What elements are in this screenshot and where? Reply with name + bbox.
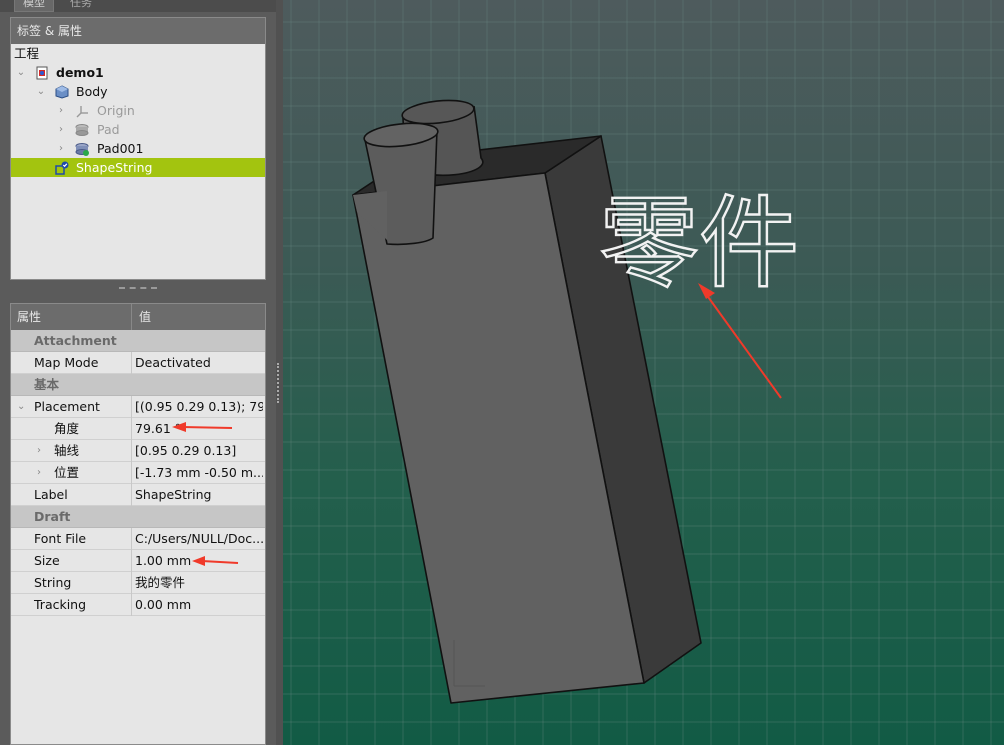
body-icon [55,85,69,99]
property-value[interactable]: [-1.73 mm -0.50 m... [135,462,263,484]
property-value[interactable]: 我的零件 [135,572,263,594]
annotation-arrow-icon [172,422,233,432]
property-group-draft[interactable]: Draft [11,506,265,528]
tree-item-pad[interactable]: › Pad [11,120,265,139]
tree-item-demo1[interactable]: ⌄ demo1 [11,63,265,82]
shapestring-icon [55,161,69,175]
property-value[interactable]: [0.95 0.29 0.13] [135,440,263,462]
property-row[interactable]: Map Mode Deactivated [11,352,265,374]
tree-item-body[interactable]: ⌄ Body [11,82,265,101]
property-name: 轴线 [54,443,80,458]
property-group-label: Draft [34,509,71,524]
tree-view[interactable]: 工程 ⌄ demo1 ⌄ Body › Origin › Pad › Pad00… [11,44,265,279]
property-row[interactable]: String 我的零件 [11,572,265,594]
property-value[interactable]: Deactivated [135,352,263,374]
property-group-label: Attachment [34,333,117,348]
chevron-right-icon[interactable]: › [37,462,41,484]
tree-item-label: Origin [97,103,135,118]
property-name: Placement [34,399,100,414]
property-row[interactable]: Label ShapeString [11,484,265,506]
chevron-down-icon[interactable]: ⌄ [36,82,46,101]
tree-item-label: demo1 [56,65,104,80]
combo-view-tabbar: 模型 任务 [0,0,276,12]
tree-item-label: Body [76,84,108,99]
tree-view-header: 标签 & 属性 [11,18,265,44]
tree-item-label: Pad [97,122,120,137]
property-value[interactable]: C:/Users/NULL/Doc... [135,528,263,550]
3d-viewport[interactable]: 零件 [283,0,1004,745]
chevron-right-icon[interactable]: › [56,139,66,158]
tree-item-origin[interactable]: › Origin [11,101,265,120]
property-name: Label [34,487,68,502]
shapestring-text-outline[interactable]: 零件 [593,180,813,300]
property-name: 角度 [54,421,80,436]
pad-icon [75,123,89,137]
tab-task[interactable]: 任务 [62,0,100,12]
property-row[interactable]: ⌄ Placement [(0.95 0.29 0.13); 79.... [11,396,265,418]
tree-view-panel: 标签 & 属性 工程 ⌄ demo1 ⌄ Body › Origin › Pad… [10,17,266,280]
tree-item-label: Pad001 [97,141,144,156]
property-column-header[interactable]: 属性 [17,304,41,330]
viewport-grid [283,0,1004,745]
property-row[interactable]: › 位置 [-1.73 mm -0.50 m... [11,462,265,484]
pad-visible-icon [75,142,89,156]
property-value[interactable]: ShapeString [135,484,263,506]
property-editor-header: 属性 值 [11,304,265,330]
property-row[interactable]: Font File C:/Users/NULL/Doc... [11,528,265,550]
chevron-down-icon[interactable]: ⌄ [17,396,25,418]
property-group-basic[interactable]: 基本 [11,374,265,396]
chevron-right-icon[interactable]: › [37,440,41,462]
chevron-right-icon[interactable]: › [56,120,66,139]
property-name: Font File [34,531,87,546]
tree-item-label: ShapeString [76,160,153,175]
left-dock-panel: 模型 任务 标签 & 属性 工程 ⌄ demo1 ⌄ Body › Origin… [0,0,276,745]
property-group-label: 基本 [34,377,60,392]
property-row[interactable]: › 轴线 [0.95 0.29 0.13] [11,440,265,462]
panel-splitter-handle[interactable] [119,287,157,293]
document-icon [35,66,49,80]
tree-item-pad001[interactable]: › Pad001 [11,139,265,158]
property-name: 位置 [54,465,80,480]
property-row[interactable]: Tracking 0.00 mm [11,594,265,616]
annotation-arrow-icon [192,556,239,566]
origin-axes-icon [75,104,89,118]
property-name: Tracking [34,597,87,612]
chevron-right-icon[interactable]: › [56,101,66,120]
property-editor-panel: 属性 值 Attachment Map Mode Deactivated 基本 … [10,303,266,745]
tree-root-label: 工程 [14,46,40,61]
svg-text:零件: 零件 [599,185,799,300]
property-value[interactable]: 0.00 mm [135,594,263,616]
tree-item-shapestring[interactable]: ShapeString [11,158,265,177]
tab-model[interactable]: 模型 [14,0,54,12]
property-value[interactable]: [(0.95 0.29 0.13); 79.... [135,396,263,418]
chevron-down-icon[interactable]: ⌄ [16,63,26,82]
property-name: Size [34,553,60,568]
tree-root-row: 工程 [11,44,265,63]
property-name: Map Mode [34,355,99,370]
property-group-attachment[interactable]: Attachment [11,330,265,352]
splitter-grip-icon[interactable] [277,363,281,403]
value-column-header[interactable]: 值 [139,304,151,330]
property-name: String [34,575,72,590]
